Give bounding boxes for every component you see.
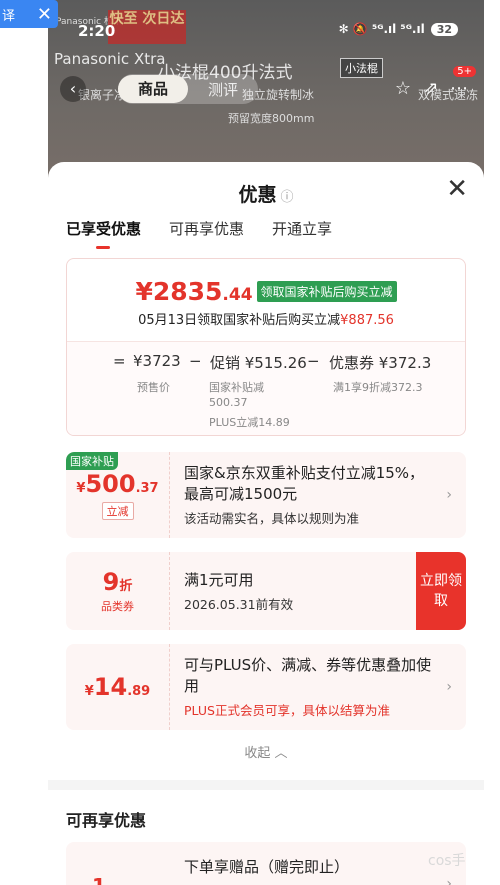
status-time: 2:20 xyxy=(78,22,116,40)
tab-enjoyed-discounts[interactable]: 已享受优惠 xyxy=(66,218,141,249)
currency-symbol: ¥ xyxy=(84,684,94,699)
promo-type-label: 品类券 xyxy=(101,600,134,613)
coupon-detail: 满1享9折减372.3 xyxy=(333,381,423,394)
final-price-integer: ¥2835 xyxy=(135,277,223,306)
promo-amount-block: ¥500.37 立减 xyxy=(66,452,170,538)
promo-card-plus[interactable]: ¥14.89 可与PLUS价、满减、券等优惠叠加使用 PLUS正式会员可享，具体… xyxy=(66,644,466,730)
chevron-right-icon: › xyxy=(446,876,452,885)
battery-icon: 32 xyxy=(430,22,458,36)
promo-title: 下单享赠品（赠完即止） xyxy=(184,858,350,876)
promo-amount-block: 9折 品类券 xyxy=(66,552,170,630)
translate-chip[interactable]: 译 ✕ xyxy=(0,0,58,28)
coupon-amount: 优惠券 ¥372.3 xyxy=(329,354,432,372)
promo-amount-block: ¥14.89 xyxy=(66,644,170,730)
promo-amount: 1 xyxy=(92,874,106,885)
star-icon[interactable]: ☆ xyxy=(390,76,416,102)
subsidy-note-text: 05月13日领取国家补贴后购买立减 xyxy=(138,313,341,328)
tab-more-discounts[interactable]: 可再享优惠 xyxy=(169,218,244,249)
watermark: cos手 xyxy=(428,853,466,869)
tab-activate-discounts[interactable]: 开通立享 xyxy=(272,218,332,249)
promo-details: 可与PLUS价、满减、券等优惠叠加使用 PLUS正式会员可享，具体以结算为准 xyxy=(184,644,436,730)
promo-title: 满1元可用 xyxy=(184,570,254,589)
promo-description: PLUS正式会员可享，具体以结算为准 xyxy=(184,703,390,718)
tab-product[interactable]: 商品 xyxy=(118,75,188,103)
close-icon[interactable]: ✕ xyxy=(37,4,52,25)
promotion-detail-line: 国家补贴减 xyxy=(209,381,264,394)
sheet-title: 优惠 ⓘ xyxy=(48,180,484,207)
status-bar: 2:20 ✻ 🔕 ⁵ᴳ.ıl ⁵ᴳ.ıl 32 xyxy=(48,18,484,46)
status-icons: ✻ 🔕 ⁵ᴳ.ıl ⁵ᴳ.ıl 32 xyxy=(339,22,458,36)
minus-sign: − xyxy=(189,352,202,370)
promotion-detail-line: PLUS立减14.89 xyxy=(209,416,290,429)
presale-label: 预售价 xyxy=(137,381,170,394)
subsidy-note-amount: ¥887.56 xyxy=(340,313,394,328)
brand-name: Panasonic Xtra xyxy=(54,50,166,68)
promo-description: 该活动需实名，具体以规则为准 xyxy=(184,511,360,526)
promo-details: 国家&京东双重补贴支付立减15%，最高可减1500元 该活动需实名，具体以规则为… xyxy=(184,452,436,538)
chevron-right-icon: › xyxy=(446,679,452,695)
promo-type-badge: 立减 xyxy=(101,502,134,520)
subsidy-tag: 领取国家补贴后购买立减 xyxy=(256,281,397,302)
back-icon[interactable]: ‹ xyxy=(60,76,86,102)
equals-sign: = xyxy=(113,352,126,370)
section-divider xyxy=(48,780,484,790)
sheet-title-text: 优惠 xyxy=(238,184,277,206)
promotion-detail: 国家补贴减 500.37 PLUS立减14.89 xyxy=(209,380,290,430)
promotion-amount: 促销 ¥515.26 xyxy=(210,354,307,372)
promo-amount: ¥500.37 xyxy=(76,470,158,498)
sheet-header: 优惠 ⓘ ✕ xyxy=(48,162,484,220)
promo-details: 满1元可用 2026.05.31前有效 xyxy=(184,552,406,630)
tab-review[interactable]: 测评 xyxy=(188,79,258,100)
subsidy-note: 05月13日领取国家补贴后购买立减¥887.56 xyxy=(67,309,465,328)
info-icon[interactable]: ⓘ xyxy=(281,190,294,205)
promo-card-coupon: 9折 品类券 满1元可用 2026.05.31前有效 立即领取 xyxy=(66,552,466,630)
discount-unit: 折 xyxy=(119,579,133,594)
product-tabs: 商品 测评 xyxy=(118,74,258,104)
close-icon[interactable]: ✕ xyxy=(446,176,468,202)
promo-card-gift[interactable]: 1 下单享赠品（赠完即止） › xyxy=(66,842,466,885)
promo-amount-decimal: .37 xyxy=(135,481,159,496)
minus-sign: − xyxy=(307,352,320,370)
price-breakdown-card: ¥2835.44 领取国家补贴后购买立减 05月13日领取国家补贴后购买立减¥8… xyxy=(66,258,466,436)
promo-title: 国家&京东双重补贴支付立减15%，最高可减1500元 xyxy=(184,464,425,503)
collapse-button[interactable]: 收起 ︿ xyxy=(48,742,484,761)
promo-amount-integer: 500 xyxy=(85,470,136,498)
promo-amount: ¥14.89 xyxy=(85,673,150,701)
signal-icons: ✻ 🔕 ⁵ᴳ.ıl ⁵ᴳ.ıl xyxy=(338,22,425,36)
promo-description: 2026.05.31前有效 xyxy=(184,596,294,612)
final-price-section: ¥2835.44 领取国家补贴后购买立减 05月13日领取国家补贴后购买立减¥8… xyxy=(67,259,465,341)
share-icon[interactable]: ⇗ xyxy=(418,76,444,102)
notification-badge: 5+ xyxy=(453,66,476,77)
discount-sheet: 优惠 ⓘ ✕ 已享受优惠 可再享优惠 开通立享 ¥2835.44 领取国家补贴后购… xyxy=(48,162,484,885)
presale-price: ¥3723 xyxy=(133,352,181,370)
promo-amount: 9折 xyxy=(103,568,133,596)
promo-card-subsidy[interactable]: 国家补贴 ¥500.37 立减 国家&京东双重补贴支付立减15%，最高可减150… xyxy=(66,452,466,538)
price-calculation: = ¥3723 − 促销 ¥515.26 − 优惠券 ¥372.3 预售价 国家… xyxy=(67,341,465,435)
promo-amount-integer: 9 xyxy=(102,568,120,596)
width-note: 预留宽度800mm xyxy=(228,112,315,125)
product-nav-bar: ‹ 商品 测评 ☆ ⇗ ⋯ 5+ xyxy=(58,66,478,104)
translate-label: 译 xyxy=(2,8,16,24)
discount-tabs: 已享受优惠 可再享优惠 开通立享 xyxy=(66,218,332,249)
claim-coupon-button[interactable]: 立即领取 xyxy=(416,552,466,630)
final-price: ¥2835.44 xyxy=(135,277,252,306)
promotion-detail-line: 500.37 xyxy=(209,396,248,409)
promo-amount-integer: 14 xyxy=(93,673,128,701)
final-price-decimal: .44 xyxy=(222,285,253,305)
promo-title: 可与PLUS价、满减、券等优惠叠加使用 xyxy=(184,656,432,695)
promo-amount-decimal: .89 xyxy=(127,684,151,699)
more-icon[interactable]: ⋯ xyxy=(446,76,472,102)
chevron-right-icon: › xyxy=(446,487,452,503)
section-title-more-discounts: 可再享优惠 xyxy=(66,811,147,830)
